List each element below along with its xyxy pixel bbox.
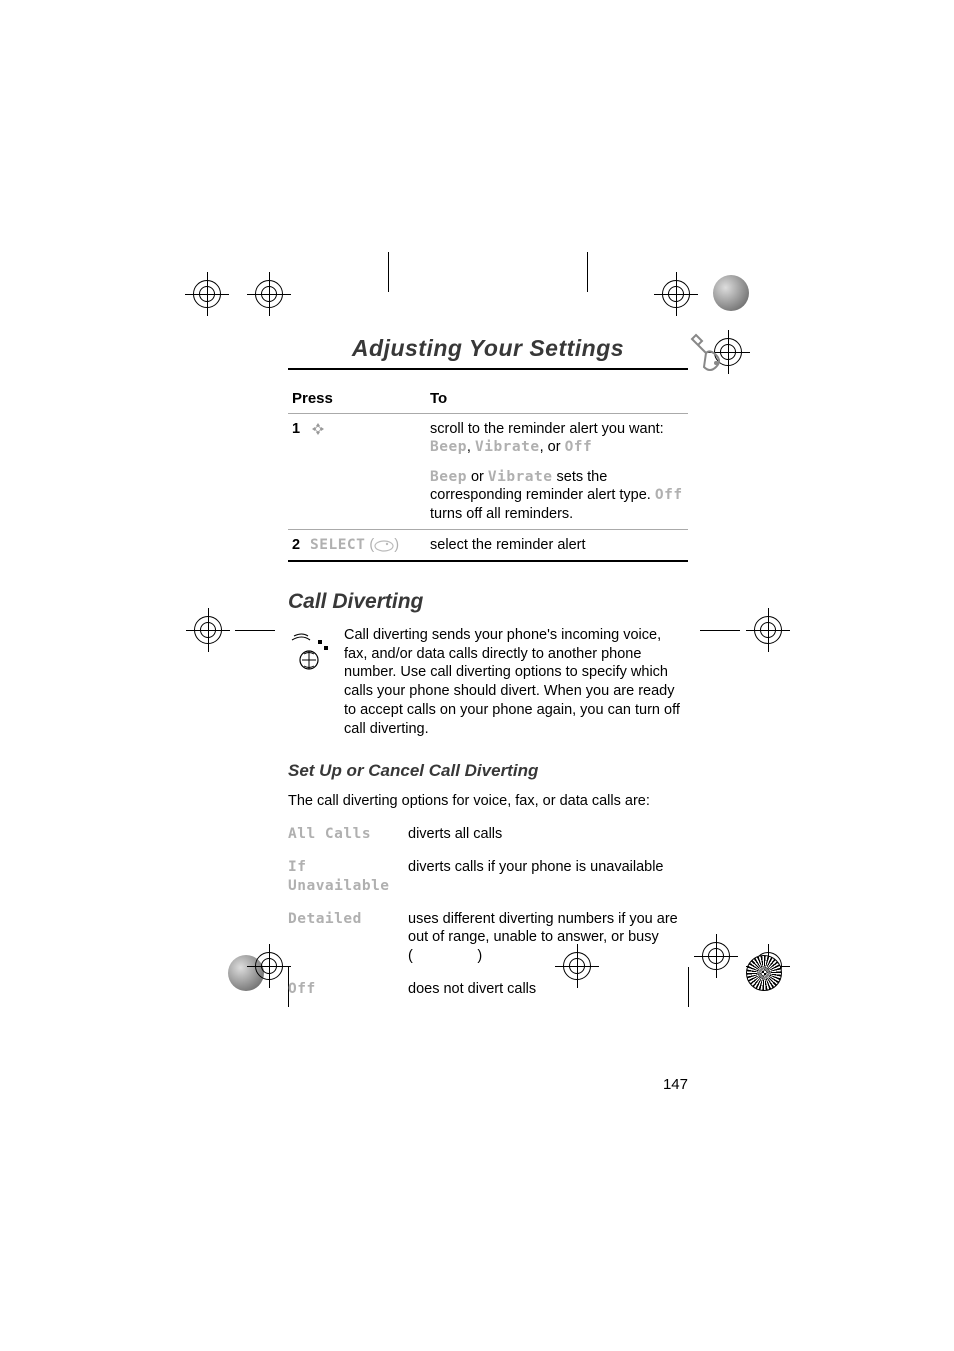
page-content: Adjusting Your Settings Press To 1 scrol… <box>288 335 688 1013</box>
step-number: 2 <box>288 529 306 561</box>
subsection-intro: The call diverting options for voice, fa… <box>288 791 688 811</box>
to-cell: select the reminder alert <box>426 529 688 561</box>
press-cell <box>306 414 426 530</box>
definition-desc: diverts all calls <box>408 825 688 844</box>
nav-key-icon <box>310 421 326 437</box>
section-heading: Call Diverting <box>288 590 688 614</box>
network-icon <box>288 630 330 677</box>
definition-term: Detailed <box>288 910 408 967</box>
definition-term: All Calls <box>288 825 408 844</box>
step-number: 1 <box>288 414 306 530</box>
definition-row: Off does not divert calls <box>288 980 688 999</box>
press-column-header: Press <box>288 384 426 414</box>
intro-block: Call diverting sends your phone's incomi… <box>288 626 688 739</box>
definition-row: All Calls diverts all calls <box>288 825 688 844</box>
intro-text: Call diverting sends your phone's incomi… <box>344 626 688 739</box>
definition-desc: diverts calls if your phone is unavailab… <box>408 858 688 896</box>
table-row: 2 SELECT () select the reminder alert <box>288 529 688 561</box>
page-number: 147 <box>663 1076 688 1093</box>
wrench-icon <box>686 333 726 373</box>
definition-list: All Calls diverts all calls If Unavailab… <box>288 825 688 999</box>
table-row: 1 scroll to the reminder alert you want:… <box>288 414 688 463</box>
definition-desc: uses different diverting numbers if you … <box>408 910 688 967</box>
page-title: Adjusting Your Settings <box>288 335 688 370</box>
definition-term: If Unavailable <box>288 858 408 896</box>
to-cell: Beep or Vibrate sets the corresponding r… <box>426 462 688 529</box>
subsection-heading: Set Up or Cancel Call Diverting <box>288 761 688 781</box>
definition-term: Off <box>288 980 408 999</box>
to-column-header: To <box>426 384 688 414</box>
definition-row: If Unavailable diverts calls if your pho… <box>288 858 688 896</box>
softkey-icon <box>374 539 394 551</box>
instruction-table: Press To 1 scroll to the reminder alert … <box>288 384 688 562</box>
definition-desc: does not divert calls <box>408 980 688 999</box>
definition-row: Detailed uses different diverting number… <box>288 910 688 967</box>
to-cell: scroll to the reminder alert you want: B… <box>426 414 688 463</box>
press-cell: SELECT () <box>306 529 426 561</box>
